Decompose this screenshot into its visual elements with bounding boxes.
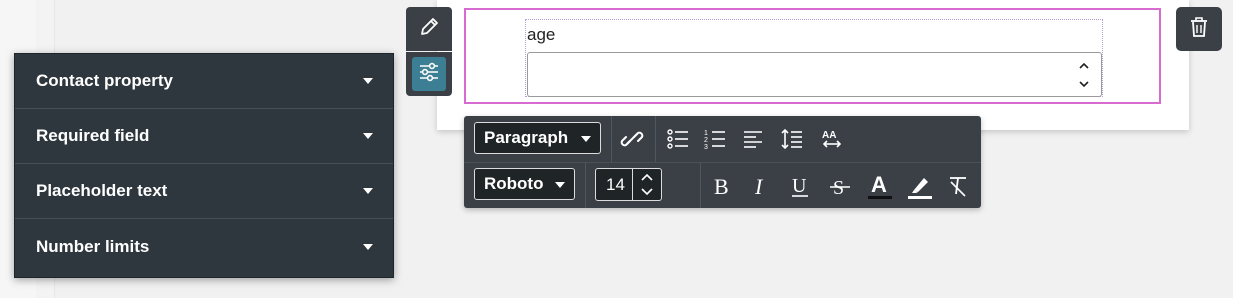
character-spacing-icon[interactable]: AA [818, 125, 846, 153]
block-format-dropdown[interactable]: Paragraph [474, 122, 601, 154]
separator [585, 162, 586, 208]
prop-label: Placeholder text [36, 181, 168, 200]
number-spinner[interactable] [1077, 57, 1091, 93]
font-size-spinner[interactable] [632, 169, 661, 200]
separator [655, 116, 656, 162]
chevron-down-icon [363, 78, 373, 84]
text-format-toolbar: Paragraph 1 2 3 AA Roboto 14 B I U S A [464, 116, 981, 208]
svg-text:2: 2 [704, 137, 708, 144]
chevron-down-icon [581, 136, 591, 142]
svg-text:I: I [754, 174, 764, 198]
underline-icon[interactable]: U [786, 172, 814, 200]
pencil-icon [418, 16, 440, 43]
clear-formatting-icon[interactable] [944, 172, 972, 200]
highlight-icon[interactable] [906, 172, 934, 200]
spin-down-icon[interactable] [1077, 75, 1091, 93]
chevron-down-icon [363, 133, 373, 139]
field-label: age [527, 25, 556, 44]
numbered-list-icon[interactable]: 1 2 3 [701, 125, 729, 153]
prop-number-limits[interactable]: Number limits [15, 219, 393, 274]
svg-text:U: U [792, 175, 807, 197]
spin-up-icon[interactable] [1077, 57, 1091, 75]
prop-contact-property[interactable]: Contact property [15, 54, 393, 109]
svg-text:AA: AA [822, 130, 836, 141]
svg-text:3: 3 [704, 144, 708, 150]
separator [700, 162, 701, 208]
settings-active[interactable] [412, 57, 446, 91]
font-size-input[interactable]: 14 [595, 168, 662, 201]
sliders-icon [418, 62, 440, 87]
trash-icon [1189, 16, 1209, 43]
toolbar-divider [464, 162, 981, 163]
bullet-list-icon[interactable] [664, 125, 692, 153]
font-family-dropdown[interactable]: Roboto [474, 168, 575, 200]
strikethrough-icon[interactable]: S [826, 172, 854, 200]
align-left-icon[interactable] [739, 125, 767, 153]
age-number-input[interactable] [527, 52, 1102, 97]
block-format-value: Paragraph [484, 128, 569, 147]
svg-text:A: A [871, 172, 887, 197]
chevron-down-icon [555, 182, 565, 188]
delete-button[interactable] [1176, 7, 1222, 51]
prop-required-field[interactable]: Required field [15, 109, 393, 164]
font-size-value: 14 [606, 174, 625, 194]
bold-icon[interactable]: B [708, 172, 736, 200]
prop-placeholder-text[interactable]: Placeholder text [15, 164, 393, 219]
chevron-down-icon [363, 243, 373, 250]
unlink-icon[interactable] [618, 125, 646, 153]
prop-label: Number limits [36, 236, 150, 256]
field-properties-panel: Contact property Required field Placehol… [14, 53, 394, 278]
italic-icon[interactable]: I [747, 172, 775, 200]
line-height-icon[interactable] [778, 125, 806, 153]
prop-label: Required field [36, 126, 150, 145]
prop-label: Contact property [36, 71, 173, 90]
separator [611, 116, 612, 162]
edit-button[interactable] [406, 7, 452, 51]
font-family-value: Roboto [484, 174, 544, 193]
text-color-icon[interactable]: A [866, 172, 894, 200]
svg-text:B: B [714, 174, 729, 198]
svg-text:1: 1 [704, 130, 708, 137]
settings-button[interactable] [406, 52, 452, 96]
chevron-down-icon [363, 188, 373, 194]
